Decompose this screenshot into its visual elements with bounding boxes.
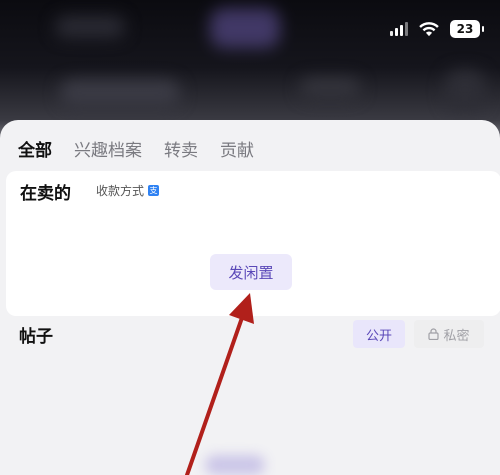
selling-card: 在卖的 收款方式 支 暂无在卖的 bbox=[6, 171, 500, 316]
blurred-shape bbox=[300, 78, 360, 98]
tab-contribution[interactable]: 贡献 bbox=[220, 136, 254, 161]
profile-sheet: 全部 兴趣档案 转卖 贡献 在卖的 收款方式 支 暂无在卖的 bbox=[0, 120, 500, 475]
posts-title: 帖子 bbox=[19, 327, 53, 347]
public-filter-button[interactable]: 公开 bbox=[353, 320, 405, 348]
battery-indicator: 23 bbox=[450, 20, 484, 38]
blurred-shape bbox=[205, 455, 265, 475]
blurred-shape bbox=[210, 8, 280, 48]
private-filter-button[interactable]: 私密 bbox=[414, 320, 484, 348]
blurred-shape bbox=[55, 16, 125, 38]
tab-resell[interactable]: 转卖 bbox=[164, 136, 198, 161]
tab-bar: 全部 兴趣档案 转卖 贡献 bbox=[18, 136, 254, 161]
tab-interest-profile[interactable]: 兴趣档案 bbox=[74, 136, 142, 161]
tab-all[interactable]: 全部 bbox=[18, 136, 52, 161]
cellular-signal-icon bbox=[390, 22, 408, 36]
blurred-shape bbox=[60, 80, 180, 106]
private-filter-label: 私密 bbox=[443, 328, 470, 344]
lock-icon bbox=[428, 328, 440, 340]
post-idle-item-button[interactable]: 发闲置 bbox=[210, 254, 292, 290]
alipay-icon: 支 bbox=[148, 185, 160, 196]
payment-method-link[interactable]: 收款方式 支 bbox=[96, 182, 160, 199]
wifi-icon bbox=[419, 22, 439, 37]
selling-title: 在卖的 bbox=[20, 184, 71, 204]
payment-method-label: 收款方式 bbox=[96, 184, 145, 198]
blurred-shape bbox=[445, 70, 485, 110]
status-bar: 23 bbox=[390, 18, 484, 40]
